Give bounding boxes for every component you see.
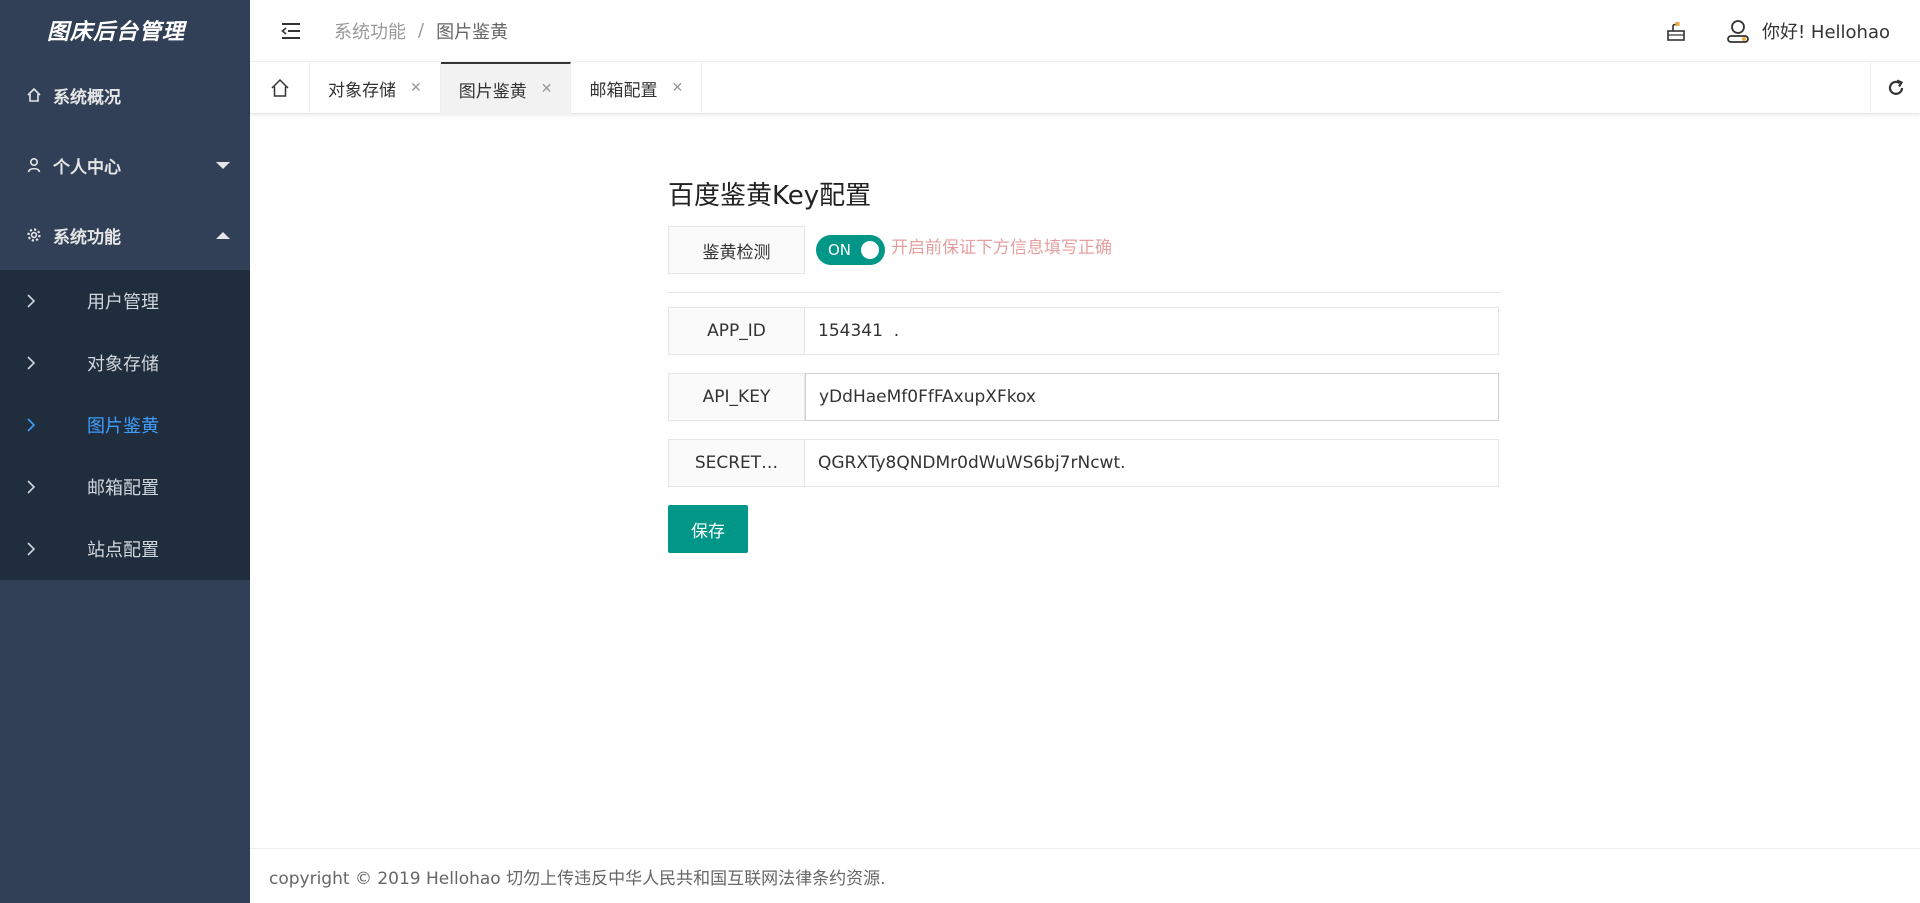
- user-greeting[interactable]: 你好! Hellohao: [1762, 18, 1890, 44]
- tab-bar: 对象存储 ✕ 图片鉴黄 ✕ 邮箱配置 ✕: [250, 62, 1920, 114]
- sidebar-item-label: 图片鉴黄: [87, 416, 159, 437]
- tab-email-config[interactable]: 邮箱配置 ✕: [571, 62, 703, 114]
- breadcrumb-item[interactable]: 系统功能: [334, 18, 406, 44]
- header-right: 你好! Hellohao: [1662, 0, 1890, 62]
- top-header: 系统功能 / 图片鉴黄 你好! Hellohao: [250, 0, 1920, 62]
- breadcrumb: 系统功能 / 图片鉴黄: [334, 18, 508, 44]
- close-icon[interactable]: ✕: [671, 80, 683, 96]
- chevron-right-icon: [26, 356, 40, 370]
- secret-key-label: SECRET…: [668, 439, 805, 487]
- tab-object-storage[interactable]: 对象存储 ✕: [310, 62, 441, 114]
- sidebar-item-label: 用户管理: [87, 292, 159, 313]
- home-icon: [270, 78, 289, 97]
- app-id-label: APP_ID: [668, 307, 805, 355]
- home-icon: [25, 86, 43, 104]
- chevron-right-icon: [26, 480, 40, 494]
- menu-personal-center[interactable]: 个人中心: [0, 130, 250, 200]
- main-content: 百度鉴黄Key配置 鉴黄检测 ON 开启前保证下方信息填写正确 APP_ID A…: [668, 175, 1500, 553]
- tab-image-review[interactable]: 图片鉴黄 ✕: [440, 62, 572, 114]
- refresh-icon[interactable]: [1870, 62, 1920, 114]
- detect-toggle[interactable]: ON: [816, 235, 885, 265]
- tab-label: 邮箱配置: [589, 80, 658, 101]
- sidebar-item-user-management[interactable]: 用户管理: [0, 270, 250, 332]
- chevron-right-icon: [26, 294, 40, 308]
- close-icon[interactable]: ✕: [541, 81, 553, 97]
- sidebar-item-label: 邮箱配置: [87, 478, 159, 499]
- user-avatar-icon[interactable]: [1724, 17, 1752, 45]
- menu-label: 个人中心: [53, 157, 121, 178]
- sidebar-item-object-storage[interactable]: 对象存储: [0, 332, 250, 394]
- page-title: 百度鉴黄Key配置: [668, 181, 872, 211]
- tab-home[interactable]: [250, 62, 310, 114]
- api-key-field[interactable]: [805, 373, 1499, 421]
- submenu-system-functions: 用户管理 对象存储 图片鉴黄 邮箱配置 站点配置: [0, 270, 250, 580]
- menu-label: 系统概况: [53, 87, 121, 108]
- tab-label: 图片鉴黄: [458, 81, 527, 102]
- sidebar-item-image-review[interactable]: 图片鉴黄: [0, 394, 250, 456]
- copyright-text: copyright © 2019 Hellohao 切勿上传违反中华人民共和国互…: [269, 868, 886, 889]
- secret-key-row: SECRET…: [668, 439, 1500, 487]
- api-key-label: API_KEY: [668, 373, 805, 421]
- detect-label: 鉴黄检测: [668, 226, 805, 274]
- divider: [668, 292, 1500, 293]
- user-icon: [25, 156, 43, 174]
- toggle-knob: [861, 241, 879, 259]
- breadcrumb-current: 图片鉴黄: [436, 21, 509, 43]
- chevron-right-icon: [26, 542, 40, 556]
- caret-down-icon: [216, 162, 230, 169]
- sidebar-item-label: 对象存储: [87, 354, 159, 375]
- breadcrumb-separator: /: [418, 20, 425, 41]
- clear-cache-icon[interactable]: [1662, 17, 1690, 45]
- sidebar: 图床后台管理 系统概况 个人中心 系统功能 用户管理 对象存储 图片鉴黄 邮箱配…: [0, 0, 250, 903]
- secret-key-field[interactable]: [805, 439, 1499, 487]
- chevron-right-icon: [26, 418, 40, 432]
- gear-icon: [25, 226, 43, 244]
- app-id-field[interactable]: [805, 307, 1499, 355]
- app-id-row: APP_ID: [668, 307, 1500, 355]
- sidebar-item-site-config[interactable]: 站点配置: [0, 518, 250, 580]
- tab-label: 对象存储: [328, 80, 396, 101]
- detect-switch-row: 鉴黄检测 ON 开启前保证下方信息填写正确: [668, 226, 1500, 274]
- api-key-row: API_KEY: [668, 373, 1500, 421]
- save-button[interactable]: 保存: [668, 505, 748, 553]
- app-logo: 图床后台管理: [46, 20, 185, 45]
- collapse-menu-icon[interactable]: [276, 16, 306, 46]
- toggle-text: ON: [828, 241, 852, 259]
- menu-system-functions[interactable]: 系统功能: [0, 200, 250, 270]
- menu-label: 系统功能: [53, 227, 121, 248]
- menu-system-overview[interactable]: 系统概况: [0, 60, 250, 130]
- footer: copyright © 2019 Hellohao 切勿上传违反中华人民共和国互…: [250, 848, 1920, 903]
- caret-up-icon: [216, 232, 230, 239]
- detect-hint: 开启前保证下方信息填写正确: [891, 237, 1112, 258]
- sidebar-item-label: 站点配置: [87, 540, 159, 561]
- close-icon[interactable]: ✕: [410, 80, 422, 96]
- sidebar-item-email-config[interactable]: 邮箱配置: [0, 456, 250, 518]
